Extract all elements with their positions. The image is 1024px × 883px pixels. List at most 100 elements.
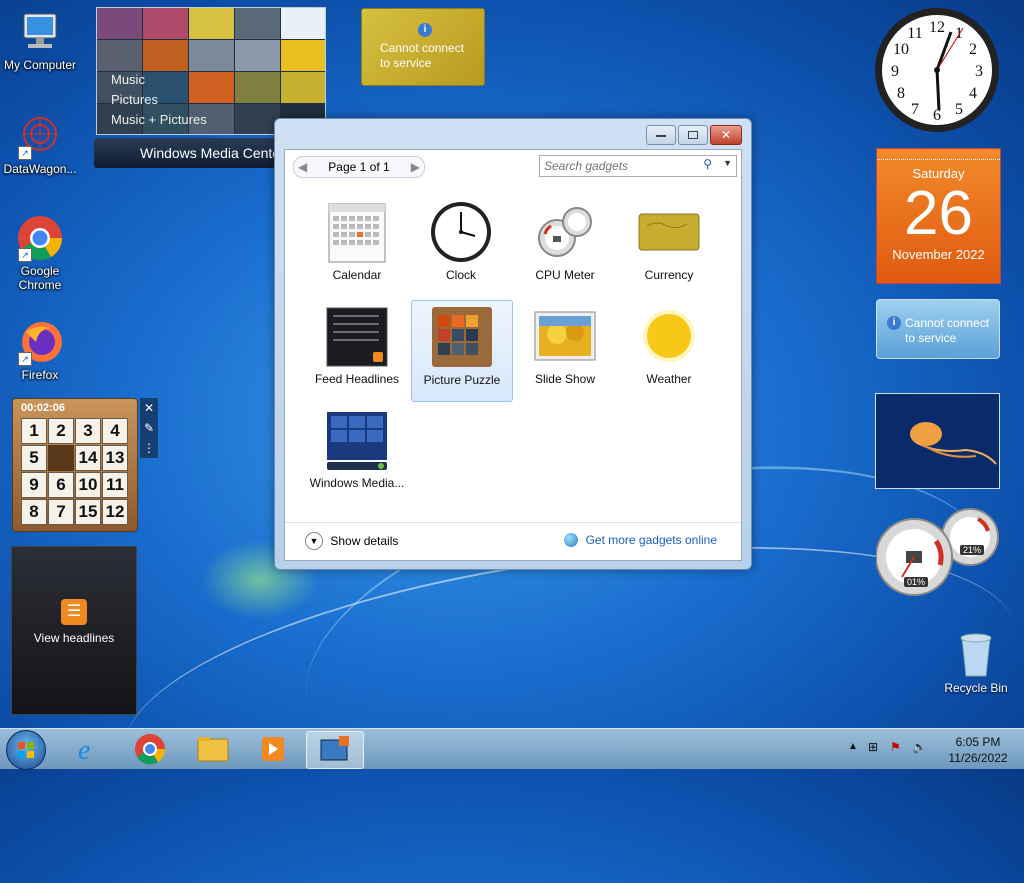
puzzle-tile[interactable]: 14 (75, 445, 101, 471)
show-details-button[interactable]: ▼ Show details (305, 532, 398, 550)
wrench-icon[interactable]: ✎ (140, 418, 158, 438)
svg-text:5: 5 (955, 101, 963, 118)
search-box[interactable]: ⚲ ▼ (539, 155, 737, 177)
desktop-icon-recycle-bin[interactable]: Recycle Bin (938, 630, 1014, 695)
cpu-meter-gadget[interactable]: 01% 21% (875, 505, 1000, 600)
slide-show-gadget[interactable] (875, 393, 1000, 489)
taskbar-chrome[interactable] (122, 731, 178, 767)
computer-icon (16, 8, 64, 56)
action-center-icon[interactable]: ⚑ (890, 740, 901, 754)
taskbar-gadgets[interactable] (306, 731, 364, 769)
show-hidden-icons-icon[interactable]: ▲ (848, 741, 858, 752)
internet-explorer-icon: e (78, 735, 90, 766)
media-menu-item[interactable]: Pictures (111, 90, 207, 110)
clock-icon (429, 200, 493, 264)
puzzle-tile[interactable]: 7 (48, 499, 74, 525)
puzzle-tile[interactable]: 9 (21, 472, 47, 498)
picture-puzzle-icon (430, 305, 494, 369)
puzzle-tile[interactable]: 4 (102, 418, 128, 444)
weather-gadget[interactable]: i Cannot connect to service (876, 299, 1000, 359)
gadget-tile-label: Currency (644, 268, 694, 282)
puzzle-tile[interactable]: 2 (48, 418, 74, 444)
media-center-gadget[interactable]: Music Pictures Music + Pictures (96, 7, 326, 135)
start-button[interactable] (6, 730, 46, 770)
feed-headlines-gadget[interactable]: ☰ View headlines (11, 546, 137, 715)
gadget-tile-clock[interactable]: Clock (411, 196, 511, 296)
gadget-tile-windows-media-center[interactable]: Windows Media... (307, 404, 407, 504)
puzzle-tile[interactable]: 6 (48, 472, 74, 498)
desktop-icon-datawagon[interactable]: ↗ DataWagon... (0, 112, 80, 176)
media-menu-item[interactable]: Music + Pictures (111, 110, 207, 130)
gadget-tile-label: Windows Media... (309, 476, 405, 490)
svg-text:2: 2 (969, 41, 977, 58)
shortcut-arrow-icon: ↗ (18, 146, 32, 160)
gadget-tile-currency[interactable]: Currency (619, 196, 719, 296)
gadget-tile-label: Calendar (332, 268, 382, 282)
puzzle-tile[interactable]: 11 (102, 472, 128, 498)
volume-icon[interactable]: 🔈 (912, 740, 927, 754)
search-dropdown-icon[interactable]: ▼ (723, 158, 732, 168)
restore-button[interactable] (678, 125, 708, 145)
get-more-gadgets-link[interactable]: Get more gadgets online (564, 532, 717, 547)
gadget-controls: ✕ ✎ ⋮ (140, 398, 158, 458)
rss-icon: ☰ (61, 599, 87, 625)
taskbar-media-player[interactable] (244, 731, 300, 767)
gadget-tile-label: Weather (646, 372, 692, 386)
puzzle-tile[interactable]: 8 (21, 499, 47, 525)
taskbar-date: 11/26/2022 (948, 751, 1008, 765)
page-navigator: ◀ Page 1 of 1 ▶ (293, 156, 425, 178)
puzzle-empty-slot[interactable] (48, 445, 74, 471)
search-input[interactable] (540, 156, 696, 176)
media-menu-item[interactable]: Music (111, 70, 207, 90)
info-icon: i (418, 23, 432, 37)
cpu-meter-icon (533, 200, 597, 264)
globe-icon (564, 532, 579, 547)
desktop-icon-firefox[interactable]: ↗ Firefox (0, 318, 80, 382)
puzzle-tile[interactable]: 15 (75, 499, 101, 525)
previous-page-icon[interactable]: ◀ (298, 157, 307, 177)
gadget-tile-weather[interactable]: Weather (619, 300, 719, 400)
puzzle-tile[interactable]: 5 (21, 445, 47, 471)
gadget-tile-label: Picture Puzzle (423, 373, 501, 387)
chevron-down-icon: ▼ (305, 532, 323, 550)
calendar-day: 26 (904, 179, 973, 248)
windows-media-center-icon (325, 408, 389, 472)
desktop-icon-my-computer[interactable]: My Computer (0, 8, 80, 72)
gadget-tile-feed-headlines[interactable]: Feed Headlines (307, 300, 407, 400)
minimize-button[interactable] (646, 125, 676, 145)
cpu-percent: 01% (904, 577, 929, 587)
close-button[interactable]: ✕ (710, 125, 742, 145)
gadget-tile-calendar[interactable]: Calendar (307, 196, 407, 296)
slide-show-icon (533, 304, 597, 368)
clock-display[interactable]: 6:05 PM 11/26/2022 (940, 734, 1016, 766)
gadget-tile-picture-puzzle[interactable]: Picture Puzzle (411, 300, 513, 402)
calendar-binding (877, 149, 1000, 160)
taskbar-internet-explorer[interactable]: e (62, 731, 118, 767)
view-headlines-label[interactable]: View headlines (12, 631, 136, 645)
search-icon[interactable]: ⚲ (703, 157, 712, 171)
next-page-icon[interactable]: ▶ (411, 157, 420, 177)
feed-headlines-icon (325, 304, 389, 368)
info-icon: i (887, 316, 901, 330)
network-icon[interactable]: ⊞ (868, 740, 878, 754)
minimize-icon (656, 135, 666, 137)
desktop-icon-google-chrome[interactable]: ↗ Google Chrome (0, 214, 80, 292)
currency-gadget[interactable]: i Cannot connect to service (361, 8, 485, 86)
puzzle-tile[interactable]: 3 (75, 418, 101, 444)
taskbar-explorer[interactable] (184, 731, 240, 767)
close-gadget-icon[interactable]: ✕ (140, 398, 158, 418)
puzzle-tile[interactable]: 10 (75, 472, 101, 498)
weather-error-message: Cannot connect to service (905, 316, 990, 345)
gadget-tile-slide-show[interactable]: Slide Show (515, 300, 615, 400)
picture-puzzle-gadget[interactable]: 00:02:06 1 2 3 4 5 14 13 9 6 10 11 8 7 15 12 (12, 398, 138, 532)
currency-icon (637, 200, 701, 264)
clock-face-icon: 12 1234567891011 (882, 15, 992, 125)
get-more-gadgets-label: Get more gadgets online (585, 532, 717, 547)
puzzle-tile[interactable]: 12 (102, 499, 128, 525)
clock-gadget[interactable]: 12 1 2 3 4 5 6 7 8 9 10 11 (875, 8, 999, 132)
gadget-tile-cpu-meter[interactable]: CPU Meter (515, 196, 615, 296)
puzzle-tile[interactable]: 13 (102, 445, 128, 471)
puzzle-tile[interactable]: 1 (21, 418, 47, 444)
drag-handle-icon[interactable]: ⋮ (140, 438, 158, 458)
calendar-gadget[interactable]: Saturday 26 November 2022 (876, 148, 1001, 284)
